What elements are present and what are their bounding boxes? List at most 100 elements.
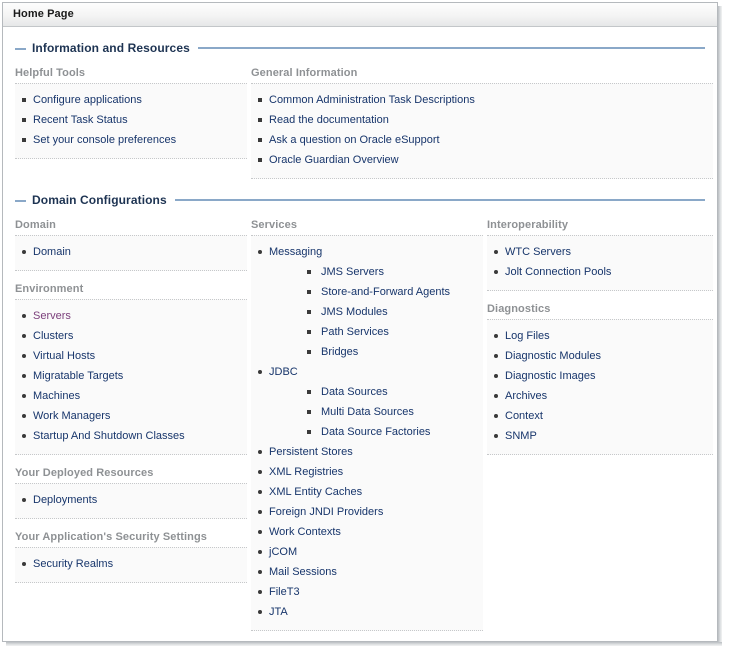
list-item: Work Managers [15,406,247,426]
minus-icon[interactable] [15,199,26,202]
window-titlebar: Home Page [3,3,717,27]
link-jms-modules[interactable]: JMS Modules [321,306,388,318]
list-item: Log Files [487,326,713,346]
sublist-messaging: JMS Servers Store-and-Forward Agents JMS… [269,262,483,362]
link-mail-sessions[interactable]: Mail Sessions [269,566,337,578]
link-persistent-stores[interactable]: Persistent Stores [269,446,353,458]
link-data-source-factories[interactable]: Data Source Factories [321,426,430,438]
list-item: Clusters [15,326,247,346]
section-header-information-and-resources[interactable]: Information and Resources [15,41,705,55]
link-bridges[interactable]: Bridges [321,346,358,358]
link-oracle-guardian-overview[interactable]: Oracle Guardian Overview [269,154,399,166]
link-store-and-forward-agents[interactable]: Store-and-Forward Agents [321,286,450,298]
group-title: Services [251,219,298,231]
group-your-applications-security-settings: Your Application's Security Settings Sec… [15,531,247,583]
link-jolt-connection-pools[interactable]: Jolt Connection Pools [505,266,611,278]
link-clusters[interactable]: Clusters [33,330,73,342]
link-foreign-jndi-providers[interactable]: Foreign JNDI Providers [269,506,383,518]
link-virtual-hosts[interactable]: Virtual Hosts [33,350,95,362]
list-item: Domain [15,242,247,262]
group-environment: Environment Servers Clusters Virtual Hos… [15,283,247,455]
link-domain[interactable]: Domain [33,246,71,258]
page-content: Information and Resources Helpful Tools … [3,41,717,631]
link-deployments[interactable]: Deployments [33,494,97,506]
link-xml-entity-caches[interactable]: XML Entity Caches [269,486,362,498]
list-item: JMS Servers [307,262,483,282]
list-item: Machines [15,386,247,406]
link-security-realms[interactable]: Security Realms [33,558,113,570]
group-title: General Information [251,67,358,79]
link-work-contexts[interactable]: Work Contexts [269,526,341,538]
sublist-jdbc: Data Sources Multi Data Sources Data Sou… [269,382,483,442]
link-snmp[interactable]: SNMP [505,430,537,442]
link-wtc-servers[interactable]: WTC Servers [505,246,571,258]
group-title: Environment [15,283,84,295]
list-item: FileT3 [251,582,483,602]
list-item: JTA [251,602,483,622]
link-diagnostic-modules[interactable]: Diagnostic Modules [505,350,601,362]
column-services: Services Messaging JMS Servers Store-and… [251,207,483,631]
link-list-your-applications-security-settings: Security Realms [15,554,247,574]
link-ask-a-question-on-oracle-esupport[interactable]: Ask a question on Oracle eSupport [269,134,440,146]
minus-icon[interactable] [15,47,26,50]
section-header-domain-configurations[interactable]: Domain Configurations [15,193,705,207]
link-list-helpful-tools: Configure applications Recent Task Statu… [15,90,247,150]
link-list-domain: Domain [15,242,247,262]
screen: Home Page Information and Resources Help… [0,0,732,654]
domain-configurations-columns: Domain Domain Environment Servers Cluste… [15,207,713,631]
list-item: JDBC Data Sources Multi Data Sources Dat… [251,362,483,442]
group-title: Domain [15,219,56,231]
column-general-information: General Information Common Administratio… [251,55,713,179]
link-jcom[interactable]: jCOM [269,546,297,558]
list-item: Oracle Guardian Overview [251,150,713,170]
column-domain: Domain Domain Environment Servers Cluste… [15,207,247,583]
link-recent-task-status[interactable]: Recent Task Status [33,114,128,126]
group-general-information: General Information Common Administratio… [251,67,713,179]
link-data-sources[interactable]: Data Sources [321,386,388,398]
group-your-deployed-resources: Your Deployed Resources Deployments [15,467,247,519]
group-panel: Configure applications Recent Task Statu… [15,83,247,159]
home-page-window: Home Page Information and Resources Help… [2,2,718,642]
group-panel: WTC Servers Jolt Connection Pools [487,235,713,291]
link-list-diagnostics: Log Files Diagnostic Modules Diagnostic … [487,326,713,446]
link-set-your-console-preferences[interactable]: Set your console preferences [33,134,176,146]
list-item: Startup And Shutdown Classes [15,426,247,446]
link-work-managers[interactable]: Work Managers [33,410,110,422]
group-domain: Domain Domain [15,219,247,271]
link-diagnostic-images[interactable]: Diagnostic Images [505,370,596,382]
link-list-your-deployed-resources: Deployments [15,490,247,510]
link-context[interactable]: Context [505,410,543,422]
link-jdbc[interactable]: JDBC [269,366,298,378]
list-item: jCOM [251,542,483,562]
link-jta[interactable]: JTA [269,606,288,618]
section-title: Domain Configurations [32,193,167,207]
link-common-administration-task-descriptions[interactable]: Common Administration Task Descriptions [269,94,475,106]
link-configure-applications[interactable]: Configure applications [33,94,142,106]
link-filet3[interactable]: FileT3 [269,586,300,598]
group-title: Diagnostics [487,303,551,315]
link-startup-and-shutdown-classes[interactable]: Startup And Shutdown Classes [33,430,185,442]
section-rule [197,47,705,49]
group-diagnostics: Diagnostics Log Files Diagnostic Modules… [487,303,713,455]
list-item: Mail Sessions [251,562,483,582]
list-item: Persistent Stores [251,442,483,462]
link-archives[interactable]: Archives [505,390,547,402]
link-read-the-documentation[interactable]: Read the documentation [269,114,389,126]
link-messaging[interactable]: Messaging [269,246,322,258]
list-item: WTC Servers [487,242,713,262]
group-helpful-tools: Helpful Tools Configure applications Rec… [15,67,247,159]
link-path-services[interactable]: Path Services [321,326,389,338]
link-servers[interactable]: Servers [33,310,71,322]
list-item: JMS Modules [307,302,483,322]
link-xml-registries[interactable]: XML Registries [269,466,343,478]
list-item: Diagnostic Modules [487,346,713,366]
link-migratable-targets[interactable]: Migratable Targets [33,370,123,382]
link-log-files[interactable]: Log Files [505,330,550,342]
list-item: Diagnostic Images [487,366,713,386]
link-multi-data-sources[interactable]: Multi Data Sources [321,406,414,418]
list-item: Recent Task Status [15,110,247,130]
link-jms-servers[interactable]: JMS Servers [321,266,384,278]
section-rule [174,199,705,201]
link-machines[interactable]: Machines [33,390,80,402]
column-helpful-tools: Helpful Tools Configure applications Rec… [15,55,247,159]
